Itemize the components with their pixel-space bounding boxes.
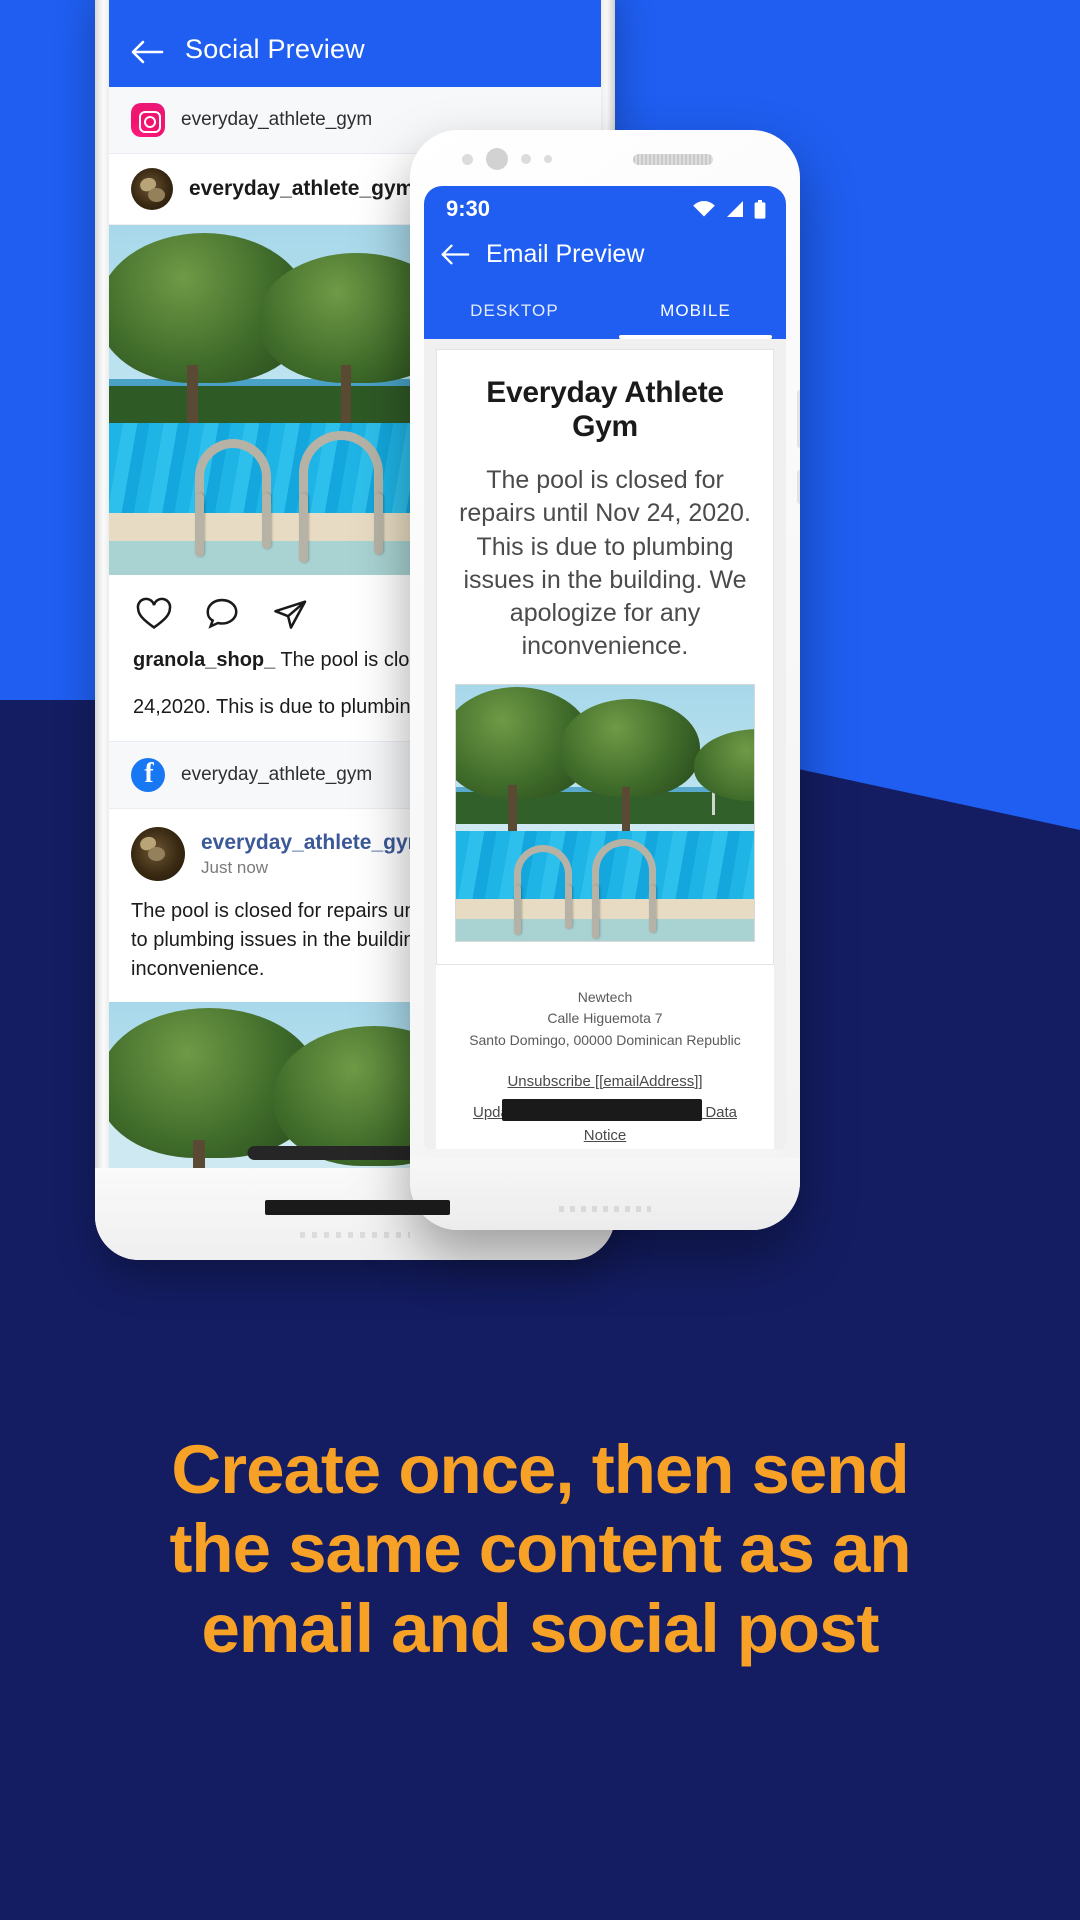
tab-desktop[interactable]: DESKTOP bbox=[424, 283, 605, 339]
speaker-grille bbox=[559, 1206, 651, 1212]
page-title: Email Preview bbox=[486, 240, 645, 268]
wifi-icon bbox=[693, 201, 715, 217]
redaction-bar bbox=[265, 1200, 450, 1215]
sensor-dot bbox=[462, 153, 473, 165]
comment-icon[interactable] bbox=[203, 595, 241, 633]
footer-links-row: Update Profile | Customer Contact Data N… bbox=[450, 1098, 760, 1148]
battery-icon bbox=[754, 199, 766, 219]
email-body-text: The pool is closed for repairs until Nov… bbox=[459, 466, 751, 661]
speaker-grille bbox=[300, 1232, 410, 1238]
headline-line-1: Create once, then send bbox=[171, 1431, 909, 1508]
email-body-scroll[interactable]: Everyday Athlete Gym The pool is closed … bbox=[424, 339, 786, 1149]
preview-mode-tabs: DESKTOP MOBILE bbox=[424, 283, 786, 339]
app-store-screenshot: Social Preview everyday_athlete_gym ever… bbox=[0, 0, 1080, 1920]
redaction-bar bbox=[502, 1098, 702, 1121]
sensor-dot bbox=[544, 155, 552, 163]
email-appbar: Email Preview bbox=[424, 232, 786, 283]
facebook-post-timestamp: Just now bbox=[201, 857, 269, 877]
headline-line-2: the same content as an bbox=[169, 1510, 911, 1588]
email-hero-image bbox=[455, 683, 755, 942]
footer-unsubscribe-row: Unsubscribe [[emailAddress]] bbox=[450, 1070, 760, 1093]
marketing-headline: Create once, then send the same content … bbox=[0, 1430, 1080, 1668]
back-button[interactable] bbox=[109, 39, 185, 65]
avatar bbox=[131, 827, 185, 881]
facebook-icon: f bbox=[131, 758, 165, 792]
volume-button[interactable] bbox=[797, 390, 800, 448]
power-button[interactable] bbox=[797, 470, 800, 504]
arrow-left-icon bbox=[131, 40, 164, 64]
page-title: Social Preview bbox=[185, 34, 365, 64]
front-camera-icon bbox=[486, 148, 508, 170]
phone-bezel-left bbox=[95, 0, 109, 1260]
back-button[interactable] bbox=[424, 243, 486, 266]
avatar bbox=[131, 168, 173, 210]
email-content-card: Everyday Athlete Gym The pool is closed … bbox=[436, 349, 774, 965]
status-time: 9:30 bbox=[446, 196, 491, 221]
phone-sensor-bar bbox=[410, 130, 800, 188]
instagram-handle: everyday_athlete_gym bbox=[181, 109, 373, 130]
instagram-caption-author: granola_shop_ bbox=[133, 649, 276, 671]
earpiece-speaker bbox=[633, 153, 713, 165]
signal-icon bbox=[727, 201, 743, 217]
tab-mobile[interactable]: MOBILE bbox=[605, 283, 786, 339]
social-appbar: Social Preview bbox=[109, 0, 601, 87]
phone-chin bbox=[410, 1158, 800, 1230]
sensor-dot bbox=[521, 154, 531, 164]
share-icon[interactable] bbox=[271, 595, 309, 633]
email-preview-screen: 9:30 Email Preview DESKTOP MOBILE Everyd… bbox=[424, 186, 786, 1158]
email-footer: Newtech Calle Higuemota 7 Santo Domingo,… bbox=[436, 964, 774, 1149]
instagram-icon bbox=[131, 103, 165, 137]
instagram-post-username: everyday_athlete_gym bbox=[189, 177, 415, 200]
headline-line-3: email and social post bbox=[201, 1589, 880, 1667]
phone-email-preview: 9:30 Email Preview DESKTOP MOBILE Everyd… bbox=[410, 130, 800, 1230]
unsubscribe-link[interactable]: Unsubscribe [[emailAddress]] bbox=[507, 1073, 702, 1090]
footer-company: Newtech bbox=[577, 988, 633, 1005]
arrow-left-icon bbox=[441, 244, 470, 265]
status-icon-group bbox=[692, 199, 766, 219]
status-bar: 9:30 bbox=[424, 186, 786, 232]
heart-icon[interactable] bbox=[135, 595, 173, 633]
footer-street: Calle Higuemota 7 bbox=[547, 1010, 663, 1027]
facebook-post-username: everyday_athlete_gym bbox=[201, 830, 427, 854]
footer-city: Santo Domingo, 00000 Dominican Republic bbox=[469, 1031, 741, 1048]
email-heading: Everyday Athlete Gym bbox=[486, 376, 724, 443]
facebook-handle: everyday_athlete_gym bbox=[181, 764, 373, 785]
